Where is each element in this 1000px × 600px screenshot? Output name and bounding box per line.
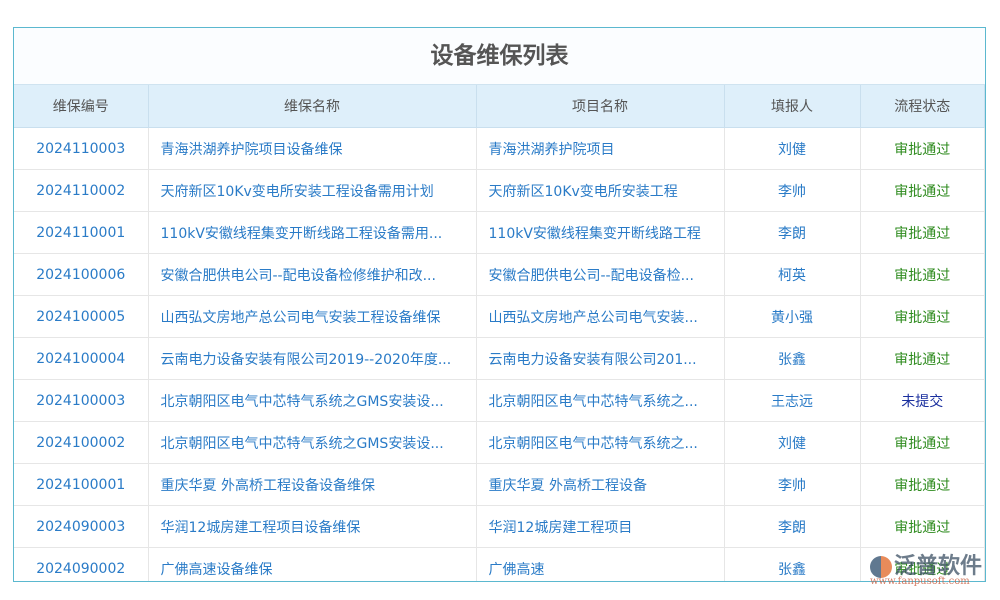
cell-status: 审批通过 — [860, 506, 985, 548]
table-row[interactable]: 2024110003青海洪湖养护院项目设备维保青海洪湖养护院项目刘健审批通过 — [14, 128, 985, 170]
cell-status: 审批通过 — [860, 254, 985, 296]
header-col-reporter[interactable]: 填报人 — [724, 85, 860, 128]
cell-id[interactable]: 2024100005 — [14, 296, 148, 338]
cell-name[interactable]: 云南电力设备安装有限公司2019--2020年度... — [148, 338, 476, 380]
cell-reporter: 黄小强 — [724, 296, 860, 338]
cell-project[interactable]: 重庆华夏 外高桥工程设备 — [476, 464, 724, 506]
table-row[interactable]: 2024100003北京朝阳区电气中芯特气系统之GMS安装设...北京朝阳区电气… — [14, 380, 985, 422]
cell-project[interactable]: 云南电力设备安装有限公司201... — [476, 338, 724, 380]
cell-reporter: 李朗 — [724, 506, 860, 548]
cell-name[interactable]: 广佛高速设备维保 — [148, 548, 476, 583]
cell-reporter: 李帅 — [724, 464, 860, 506]
cell-name[interactable]: 安徽合肥供电公司--配电设备检修维护和改... — [148, 254, 476, 296]
header-col-name[interactable]: 维保名称 — [148, 85, 476, 128]
equipment-maintenance-panel: 设备维保列表 维保编号维保名称项目名称填报人流程状态 2024110003青海洪… — [13, 27, 986, 582]
cell-status: 审批通过 — [860, 464, 985, 506]
cell-name[interactable]: 北京朝阳区电气中芯特气系统之GMS安装设... — [148, 422, 476, 464]
watermark: 泛普软件www.fanpusoft.com — [870, 548, 982, 587]
cell-name[interactable]: 天府新区10Kv变电所安装工程设备需用计划 — [148, 170, 476, 212]
header-col-project[interactable]: 项目名称 — [476, 85, 724, 128]
cell-name[interactable]: 山西弘文房地产总公司电气安装工程设备维保 — [148, 296, 476, 338]
cell-id[interactable]: 2024110003 — [14, 128, 148, 170]
cell-name[interactable]: 北京朝阳区电气中芯特气系统之GMS安装设... — [148, 380, 476, 422]
cell-status: 审批通过 — [860, 212, 985, 254]
cell-project[interactable]: 110kV安徽线程集变开断线路工程 — [476, 212, 724, 254]
table-row[interactable]: 2024100001重庆华夏 外高桥工程设备设备维保重庆华夏 外高桥工程设备李帅… — [14, 464, 985, 506]
maintenance-table: 维保编号维保名称项目名称填报人流程状态 2024110003青海洪湖养护院项目设… — [14, 85, 985, 582]
cell-name[interactable]: 110kV安徽线程集变开断线路工程设备需用... — [148, 212, 476, 254]
cell-status: 审批通过 — [860, 128, 985, 170]
cell-id[interactable]: 2024110001 — [14, 212, 148, 254]
cell-project[interactable]: 山西弘文房地产总公司电气安装... — [476, 296, 724, 338]
cell-reporter: 张鑫 — [724, 338, 860, 380]
table-row[interactable]: 2024100004云南电力设备安装有限公司2019--2020年度...云南电… — [14, 338, 985, 380]
cell-project[interactable]: 广佛高速 — [476, 548, 724, 583]
cell-id[interactable]: 2024090003 — [14, 506, 148, 548]
table-row[interactable]: 2024090003华润12城房建工程项目设备维保华润12城房建工程项目李朗审批… — [14, 506, 985, 548]
cell-project[interactable]: 北京朝阳区电气中芯特气系统之... — [476, 422, 724, 464]
cell-status: 审批通过 — [860, 422, 985, 464]
cell-project[interactable]: 青海洪湖养护院项目 — [476, 128, 724, 170]
logo-icon — [870, 556, 892, 578]
header-col-id[interactable]: 维保编号 — [14, 85, 148, 128]
cell-reporter: 李朗 — [724, 212, 860, 254]
cell-project[interactable]: 天府新区10Kv变电所安装工程 — [476, 170, 724, 212]
table-row[interactable]: 2024110002天府新区10Kv变电所安装工程设备需用计划天府新区10Kv变… — [14, 170, 985, 212]
header-col-status[interactable]: 流程状态 — [860, 85, 985, 128]
cell-project[interactable]: 北京朝阳区电气中芯特气系统之... — [476, 380, 724, 422]
cell-id[interactable]: 2024090002 — [14, 548, 148, 583]
cell-status: 审批通过 — [860, 338, 985, 380]
cell-reporter: 王志远 — [724, 380, 860, 422]
cell-status: 审批通过 — [860, 170, 985, 212]
table-row[interactable]: 2024100006安徽合肥供电公司--配电设备检修维护和改...安徽合肥供电公… — [14, 254, 985, 296]
cell-name[interactable]: 重庆华夏 外高桥工程设备设备维保 — [148, 464, 476, 506]
cell-id[interactable]: 2024110002 — [14, 170, 148, 212]
cell-id[interactable]: 2024100001 — [14, 464, 148, 506]
cell-id[interactable]: 2024100002 — [14, 422, 148, 464]
cell-id[interactable]: 2024100004 — [14, 338, 148, 380]
cell-id[interactable]: 2024100003 — [14, 380, 148, 422]
watermark-url: www.fanpusoft.com — [870, 576, 982, 587]
cell-reporter: 张鑫 — [724, 548, 860, 583]
cell-project[interactable]: 华润12城房建工程项目 — [476, 506, 724, 548]
cell-reporter: 刘健 — [724, 128, 860, 170]
cell-reporter: 李帅 — [724, 170, 860, 212]
page-title: 设备维保列表 — [14, 28, 985, 85]
cell-id[interactable]: 2024100006 — [14, 254, 148, 296]
cell-name[interactable]: 青海洪湖养护院项目设备维保 — [148, 128, 476, 170]
table-row[interactable]: 2024100002北京朝阳区电气中芯特气系统之GMS安装设...北京朝阳区电气… — [14, 422, 985, 464]
cell-reporter: 刘健 — [724, 422, 860, 464]
table-row[interactable]: 2024100005山西弘文房地产总公司电气安装工程设备维保山西弘文房地产总公司… — [14, 296, 985, 338]
cell-status: 审批通过 — [860, 296, 985, 338]
cell-status: 未提交 — [860, 380, 985, 422]
table-row[interactable]: 2024090002广佛高速设备维保广佛高速张鑫审批通过 — [14, 548, 985, 583]
cell-name[interactable]: 华润12城房建工程项目设备维保 — [148, 506, 476, 548]
table-row[interactable]: 2024110001110kV安徽线程集变开断线路工程设备需用...110kV安… — [14, 212, 985, 254]
cell-reporter: 柯英 — [724, 254, 860, 296]
cell-project[interactable]: 安徽合肥供电公司--配电设备检... — [476, 254, 724, 296]
